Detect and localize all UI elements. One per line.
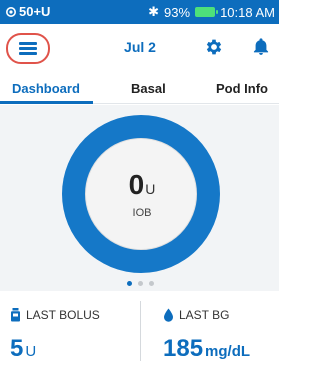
tab-dashboard[interactable]: Dashboard bbox=[12, 81, 80, 96]
iob-unit: U bbox=[145, 181, 156, 197]
iob-number: 0 bbox=[128, 169, 145, 200]
last-bolus-number: 5 bbox=[10, 335, 24, 362]
last-bolus-label: LAST BOLUS bbox=[26, 308, 100, 322]
last-bg-value: 185 mg/dL bbox=[163, 335, 250, 363]
bolus-vial-icon bbox=[11, 308, 20, 322]
system-status: ✱ 93% 10:18 AM bbox=[148, 4, 275, 20]
gear-icon[interactable] bbox=[204, 37, 224, 57]
app-header: Jul 2 bbox=[0, 24, 279, 72]
pod-status: 50+U bbox=[6, 4, 50, 19]
page-dot[interactable] bbox=[138, 281, 143, 286]
page-dot[interactable] bbox=[127, 281, 132, 286]
bell-icon[interactable] bbox=[251, 36, 271, 57]
last-bg-number: 185 bbox=[163, 335, 204, 362]
header-date: Jul 2 bbox=[124, 39, 156, 55]
clock-time: 10:18 AM bbox=[220, 4, 275, 20]
last-bolus-header: LAST BOLUS bbox=[10, 308, 100, 322]
status-bar: 50+U ✱ 93% 10:18 AM bbox=[0, 0, 279, 24]
last-bolus-value: 5U bbox=[10, 335, 36, 363]
pod-status-text: 50+U bbox=[19, 4, 51, 19]
last-bg-label: LAST BG bbox=[179, 308, 230, 322]
page-indicator[interactable] bbox=[127, 281, 154, 286]
drop-icon bbox=[164, 308, 173, 322]
dashboard-panel[interactable]: 0U IOB bbox=[0, 105, 279, 291]
bluetooth-icon: ✱ bbox=[148, 4, 160, 19]
menu-button[interactable] bbox=[6, 33, 50, 64]
last-bg-header: LAST BG bbox=[163, 308, 229, 322]
summary-divider bbox=[140, 301, 141, 361]
page-dot[interactable] bbox=[149, 281, 154, 286]
last-bg-unit: mg/dL bbox=[205, 343, 251, 360]
iob-ring: 0U IOB bbox=[62, 115, 220, 273]
last-bolus-unit: U bbox=[25, 343, 37, 360]
battery-percent: 93% bbox=[164, 4, 191, 20]
summary-section: LAST BOLUS 5U LAST BG 185 mg/dL bbox=[0, 291, 279, 372]
menu-icon bbox=[19, 42, 37, 55]
iob-value: 0U bbox=[86, 169, 198, 201]
pod-icon bbox=[6, 6, 16, 17]
iob-label: IOB bbox=[132, 207, 152, 219]
iob-circle: 0U IOB bbox=[85, 138, 197, 250]
battery-icon bbox=[195, 7, 219, 17]
tab-pod-info[interactable]: Pod Info bbox=[216, 81, 268, 96]
tab-basal[interactable]: Basal bbox=[131, 81, 166, 96]
active-tab-indicator bbox=[0, 101, 93, 104]
tab-bar: Dashboard Basal Pod Info bbox=[0, 72, 279, 104]
